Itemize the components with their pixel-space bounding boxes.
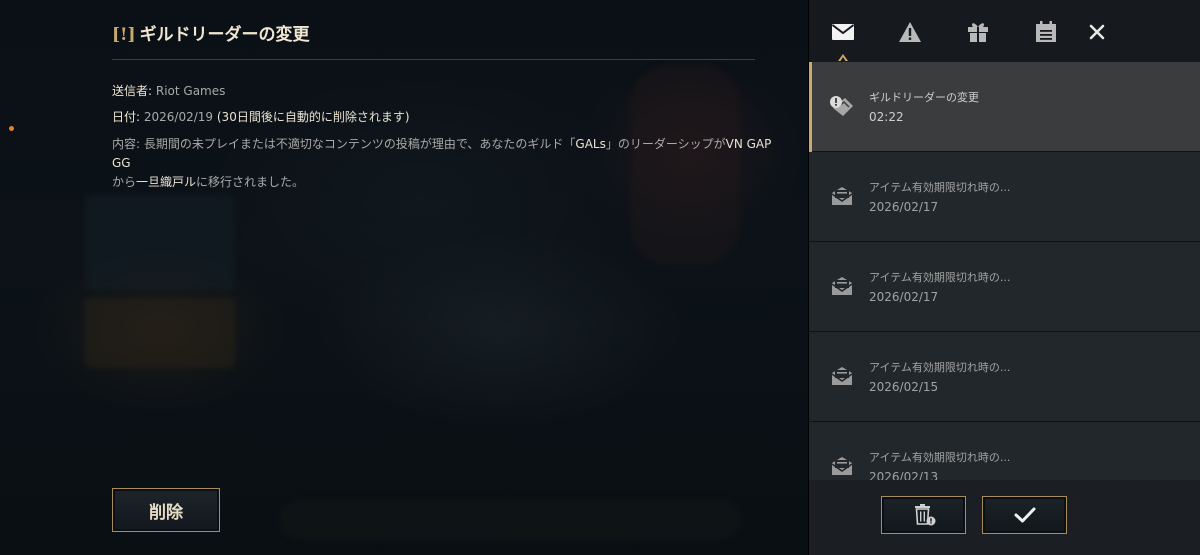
message-content: 内容: 長期間の未プレイまたは不適切なコンテンツの投稿が理由で、あなたのギルド「… (112, 135, 792, 192)
tab-alerts[interactable] (890, 14, 930, 50)
mail-icon (831, 367, 853, 385)
important-flag: [!] (112, 25, 136, 45)
trash-icon (914, 504, 935, 526)
delete-button[interactable]: 削除 (112, 488, 220, 532)
content-text-d: に移行されました。 (196, 175, 305, 189)
mail-panel: ギルドリーダーの変更 02:22 アイテム有効期限切れ時の... 2026/02… (808, 0, 1200, 555)
message-title-text: ギルドリーダーの変更 (139, 25, 310, 45)
sender-value: Riot Games (155, 84, 226, 98)
notice-board-icon (1036, 21, 1056, 42)
mail-date: 2026/02/13 (869, 470, 939, 480)
mail-item[interactable]: アイテム有効期限切れ時の... 2026/02/17 (809, 152, 1200, 242)
mail-icon (831, 457, 853, 475)
envelope-icon (831, 24, 855, 40)
old-leader-name: 一旦織戸ル (136, 175, 197, 189)
mail-icon (831, 187, 853, 205)
date-value: 2026/02/19 (143, 110, 214, 124)
date-row: 日付: 2026/02/19 (30日間後に自動的に削除されます) (112, 107, 410, 127)
checkmark-icon (1014, 507, 1035, 523)
mail-item-guild-leader-change[interactable]: ギルドリーダーの変更 02:22 (809, 62, 1200, 152)
delete-read-mail-button[interactable] (881, 496, 966, 534)
alert-mail-icon (830, 96, 853, 116)
content-text-c: から (112, 175, 137, 189)
auto-delete-note: (30日間後に自動的に削除されます) (216, 110, 410, 124)
gift-icon (968, 23, 988, 42)
mail-time: 02:22 (869, 110, 904, 124)
sender-label: 送信者: (112, 84, 153, 98)
content-label: 内容: (112, 137, 141, 151)
warning-icon (899, 22, 921, 42)
content-text-a: 長期間の未プレイまたは不適切なコンテンツの投稿が理由で、あなたのギルド「 (143, 137, 576, 151)
notification-dot (9, 126, 14, 131)
message-title: [!] ギルドリーダーの変更 (112, 20, 310, 45)
mail-date: 2026/02/17 (869, 200, 939, 214)
tab-gifts[interactable] (958, 14, 998, 50)
mail-icon (831, 277, 853, 295)
active-tab-indicator (838, 54, 848, 61)
close-button[interactable] (1077, 14, 1117, 50)
mail-item[interactable]: アイテム有効期限切れ時の... 2026/02/17 (809, 242, 1200, 332)
mail-subject: アイテム有効期限切れ時の... (869, 451, 1011, 464)
title-divider (112, 59, 755, 60)
tab-notices[interactable] (1026, 14, 1066, 50)
mail-list: ギルドリーダーの変更 02:22 アイテム有効期限切れ時の... 2026/02… (809, 62, 1200, 480)
mail-subject: ギルドリーダーの変更 (869, 91, 979, 104)
mail-subject: アイテム有効期限切れ時の... (869, 271, 1011, 284)
sender-row: 送信者: Riot Games (112, 81, 225, 101)
close-icon (1089, 24, 1105, 40)
date-label: 日付: (112, 110, 141, 124)
mail-date: 2026/02/17 (869, 290, 939, 304)
mail-item[interactable]: アイテム有効期限切れ時の... 2026/02/15 (809, 332, 1200, 422)
mail-item[interactable]: アイテム有効期限切れ時の... 2026/02/13 (809, 422, 1200, 480)
mail-actions-bar (809, 480, 1200, 555)
mail-tab-bar (809, 0, 1200, 62)
content-text-b: 」のリーダーシップが (605, 137, 726, 151)
tab-mail[interactable] (823, 14, 863, 50)
guild-name: GALs (575, 137, 606, 151)
mail-subject: アイテム有効期限切れ時の... (869, 361, 1011, 374)
mail-date: 2026/02/15 (869, 380, 939, 394)
mail-subject: アイテム有効期限切れ時の... (869, 181, 1011, 194)
confirm-button[interactable] (982, 496, 1067, 534)
